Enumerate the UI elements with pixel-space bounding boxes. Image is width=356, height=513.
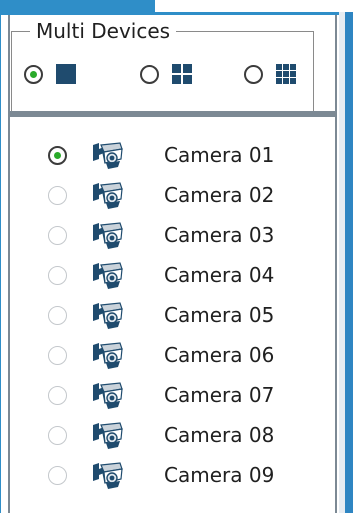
- camera-radio[interactable]: [48, 345, 67, 365]
- nine-view-icon: [276, 64, 296, 84]
- layout-option-nine[interactable]: [244, 54, 297, 94]
- security-camera-icon: [90, 419, 124, 451]
- multi-devices-group: Multi Devices: [11, 20, 314, 112]
- quad-view-icon: [172, 64, 192, 84]
- layout-option-quad[interactable]: [140, 54, 193, 94]
- camera-radio[interactable]: [48, 265, 67, 285]
- camera-row[interactable]: Camera 07: [34, 377, 314, 413]
- camera-radio[interactable]: [48, 145, 67, 165]
- group-title: Multi Devices: [30, 20, 177, 42]
- camera-label: Camera 08: [164, 423, 275, 447]
- camera-radio[interactable]: [48, 425, 67, 445]
- camera-label: Camera 06: [164, 343, 275, 367]
- security-camera-icon: [90, 139, 124, 171]
- camera-row[interactable]: Camera 09: [34, 457, 314, 493]
- layout-quad-radio[interactable]: [140, 64, 159, 84]
- left-border: [0, 12, 1, 513]
- camera-row[interactable]: Camera 04: [34, 257, 314, 293]
- multi-devices-panel: Multi Devices Camera 01 Camera 02 Camera…: [0, 0, 356, 513]
- camera-row[interactable]: Camera 01: [34, 137, 314, 173]
- security-camera-icon: [90, 379, 124, 411]
- single-view-icon: [56, 64, 76, 84]
- camera-label: Camera 03: [164, 223, 275, 247]
- camera-radio[interactable]: [48, 185, 67, 205]
- scrollbar-thumb[interactable]: [345, 12, 353, 513]
- security-camera-icon: [90, 179, 124, 211]
- security-camera-icon: [90, 459, 124, 491]
- camera-row[interactable]: Camera 03: [34, 217, 314, 253]
- camera-row[interactable]: Camera 05: [34, 297, 314, 333]
- security-camera-icon: [90, 339, 124, 371]
- camera-label: Camera 01: [164, 143, 275, 167]
- layout-nine-radio[interactable]: [244, 64, 263, 84]
- camera-radio[interactable]: [48, 465, 67, 485]
- layout-single-radio[interactable]: [24, 64, 43, 84]
- security-camera-icon: [90, 219, 124, 251]
- security-camera-icon: [90, 299, 124, 331]
- camera-label: Camera 04: [164, 263, 275, 287]
- camera-radio[interactable]: [48, 385, 67, 405]
- group-divider: [8, 111, 335, 117]
- security-camera-icon: [90, 259, 124, 291]
- camera-label: Camera 05: [164, 303, 275, 327]
- camera-row[interactable]: Camera 08: [34, 417, 314, 453]
- layout-options: [24, 54, 304, 94]
- camera-row[interactable]: Camera 06: [34, 337, 314, 373]
- vertical-scrollbar[interactable]: [339, 12, 356, 513]
- camera-label: Camera 02: [164, 183, 275, 207]
- layout-option-single[interactable]: [24, 54, 77, 94]
- camera-label: Camera 09: [164, 463, 275, 487]
- camera-radio[interactable]: [48, 305, 67, 325]
- camera-radio[interactable]: [48, 225, 67, 245]
- camera-row[interactable]: Camera 02: [34, 177, 314, 213]
- camera-label: Camera 07: [164, 383, 275, 407]
